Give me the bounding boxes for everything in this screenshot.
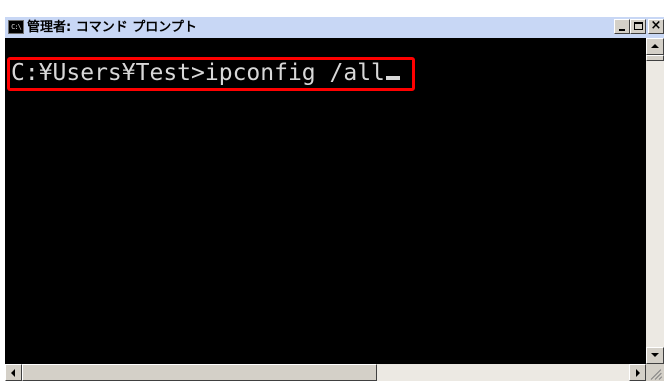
command-text: ipconfig /all	[204, 60, 385, 86]
scroll-right-button[interactable]	[629, 364, 646, 381]
scroll-left-button[interactable]	[5, 364, 22, 381]
minimize-icon	[619, 29, 625, 31]
grip-line-icon	[658, 376, 663, 380]
prompt-text: C:¥Users¥Test>	[11, 60, 205, 86]
maximize-button[interactable]	[630, 19, 646, 34]
scroll-up-button[interactable]	[646, 38, 664, 55]
console-icon[interactable]: C:\	[8, 20, 24, 34]
arrow-down-icon	[651, 353, 659, 357]
vertical-scroll-thumb[interactable]	[646, 55, 664, 61]
horizontal-scroll-thumb[interactable]	[22, 364, 377, 381]
vertical-scrollbar[interactable]	[646, 38, 664, 364]
maximize-icon	[634, 22, 643, 30]
window-title: 管理者: コマンド プロンプト	[27, 20, 197, 35]
arrow-right-icon	[636, 369, 640, 377]
minimize-button[interactable]	[614, 19, 630, 34]
command-prompt-window: C:\ 管理者: コマンド プロンプト × C:¥Users¥Test>ipco…	[5, 17, 664, 381]
command-line: C:¥Users¥Test>ipconfig /all	[11, 60, 400, 86]
console-output[interactable]: C:¥Users¥Test>ipconfig /all	[5, 38, 646, 364]
caption-buttons: ×	[614, 18, 664, 36]
resize-grip[interactable]	[646, 364, 664, 381]
arrow-left-icon	[11, 369, 15, 377]
arrow-up-icon	[651, 44, 659, 48]
text-cursor	[385, 76, 400, 80]
scroll-down-button[interactable]	[646, 347, 664, 364]
close-icon: ×	[650, 18, 662, 33]
close-button[interactable]: ×	[648, 18, 664, 34]
horizontal-scrollbar[interactable]	[5, 364, 646, 381]
title-bar[interactable]: C:\ 管理者: コマンド プロンプト ×	[5, 17, 664, 38]
